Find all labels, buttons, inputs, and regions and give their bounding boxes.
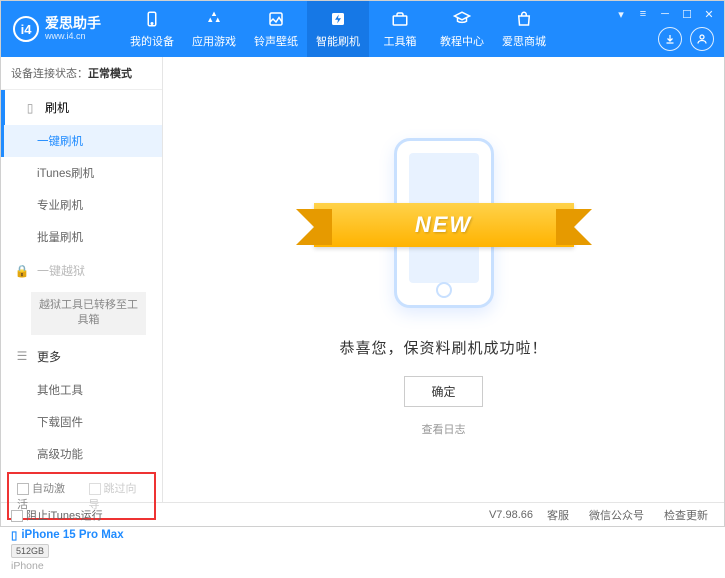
logo-area: i4 爱思助手 www.i4.cn xyxy=(1,16,113,42)
ok-button[interactable]: 确定 xyxy=(404,376,482,407)
storage-badge: 512GB xyxy=(11,544,49,558)
nav-ringtone-wallpaper[interactable]: 铃声壁纸 xyxy=(245,1,307,57)
app-title: 爱思助手 xyxy=(45,16,101,31)
sidebar-item-other-tools[interactable]: 其他工具 xyxy=(1,374,162,406)
tutorial-icon xyxy=(452,9,472,29)
version-label: V7.98.66 xyxy=(489,509,533,521)
user-button[interactable] xyxy=(690,27,714,51)
sidebar-section-more[interactable]: ☰更多 xyxy=(1,339,162,374)
device-info[interactable]: ▯iPhone 15 Pro Max 512GB iPhone xyxy=(1,522,162,578)
sidebar-item-advanced[interactable]: 高级功能 xyxy=(1,438,162,470)
sidebar-item-pro-flash[interactable]: 专业刷机 xyxy=(1,189,162,221)
phone-small-icon: ▯ xyxy=(11,528,17,542)
device-status: 设备连接状态：正常模式 xyxy=(1,57,162,90)
new-ribbon: NEW xyxy=(314,203,574,247)
lock-icon: 🔒 xyxy=(15,264,29,278)
footer-support[interactable]: 客服 xyxy=(541,507,575,523)
block-itunes-checkbox[interactable]: 阻止iTunes运行 xyxy=(11,507,103,523)
sidebar: 设备连接状态：正常模式 ▯刷机 一键刷机 iTunes刷机 专业刷机 批量刷机 … xyxy=(1,57,163,502)
success-message: 恭喜您，保资料刷机成功啦！ xyxy=(339,337,547,358)
menu-icon[interactable]: ▾ xyxy=(614,7,628,21)
maximize-icon[interactable]: ☐ xyxy=(680,7,694,21)
device-icon xyxy=(142,9,162,29)
nav-apps-games[interactable]: 应用游戏 xyxy=(183,1,245,57)
download-button[interactable] xyxy=(658,27,682,51)
list-icon: ☰ xyxy=(15,349,29,363)
settings-icon[interactable]: ≡ xyxy=(636,7,650,21)
jailbreak-note: 越狱工具已转移至工具箱 xyxy=(31,292,146,335)
nav-store[interactable]: 爱思商城 xyxy=(493,1,555,57)
nav-tutorials[interactable]: 教程中心 xyxy=(431,1,493,57)
success-illustration: NEW xyxy=(344,133,544,313)
top-nav: 我的设备 应用游戏 铃声壁纸 智能刷机 工具箱 教程中心 爱思商城 xyxy=(121,1,555,57)
window-controls: ▾ ≡ ─ ☐ ✕ xyxy=(614,7,716,21)
app-header: i4 爱思助手 www.i4.cn 我的设备 应用游戏 铃声壁纸 智能刷机 工具… xyxy=(1,1,724,57)
phone-icon: ▯ xyxy=(23,101,37,115)
nav-smart-flash[interactable]: 智能刷机 xyxy=(307,1,369,57)
main-panel: NEW 恭喜您，保资料刷机成功啦！ 确定 查看日志 xyxy=(163,57,724,502)
nav-my-device[interactable]: 我的设备 xyxy=(121,1,183,57)
app-subtitle: www.i4.cn xyxy=(45,32,101,42)
sidebar-section-jailbreak: 🔒一键越狱 xyxy=(1,253,162,288)
flash-icon xyxy=(328,9,348,29)
close-icon[interactable]: ✕ xyxy=(702,7,716,21)
wallpaper-icon xyxy=(266,9,286,29)
footer-wechat[interactable]: 微信公众号 xyxy=(583,507,650,523)
toolbox-icon xyxy=(390,9,410,29)
sidebar-item-batch-flash[interactable]: 批量刷机 xyxy=(1,221,162,253)
view-log-link[interactable]: 查看日志 xyxy=(422,421,466,437)
footer-check-update[interactable]: 检查更新 xyxy=(658,507,714,523)
minimize-icon[interactable]: ─ xyxy=(658,7,672,21)
logo-icon: i4 xyxy=(13,16,39,42)
sidebar-item-download-firmware[interactable]: 下载固件 xyxy=(1,406,162,438)
store-icon xyxy=(514,9,534,29)
nav-toolbox[interactable]: 工具箱 xyxy=(369,1,431,57)
sidebar-item-itunes-flash[interactable]: iTunes刷机 xyxy=(1,157,162,189)
apps-icon xyxy=(204,9,224,29)
sidebar-section-flash[interactable]: ▯刷机 xyxy=(1,90,162,125)
sidebar-item-one-click-flash[interactable]: 一键刷机 xyxy=(1,125,162,157)
